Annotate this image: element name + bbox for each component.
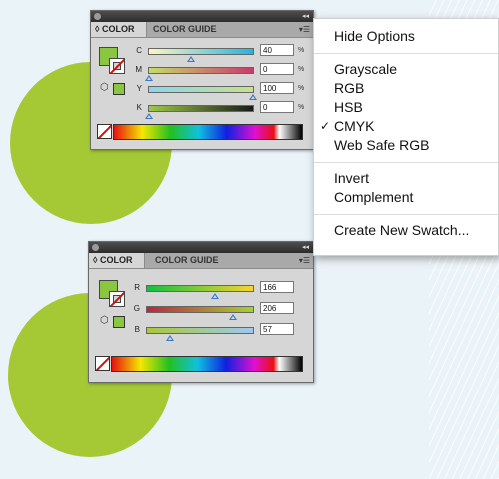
value-field-r[interactable]: 166 bbox=[260, 281, 294, 293]
slider-thumb-c[interactable] bbox=[187, 56, 195, 62]
menu-item-hsb[interactable]: HSB bbox=[334, 98, 363, 116]
none-swatch[interactable] bbox=[97, 124, 112, 139]
tab-color-guide[interactable]: COLOR GUIDE bbox=[153, 22, 217, 37]
menu-item-hide-options[interactable]: Hide Options bbox=[334, 27, 415, 45]
channel-label-c: C bbox=[136, 46, 142, 55]
slider-thumb-y[interactable] bbox=[249, 94, 257, 100]
value-field-y[interactable]: 100 bbox=[260, 82, 294, 94]
percent-k: % bbox=[298, 104, 305, 111]
web-safe-swatch[interactable] bbox=[113, 316, 125, 328]
percent-y: % bbox=[298, 85, 305, 92]
menu-item-grayscale[interactable]: Grayscale bbox=[334, 60, 397, 78]
menu-item-create-new-swatch[interactable]: Create New Swatch... bbox=[334, 221, 469, 239]
percent-m: % bbox=[298, 66, 305, 73]
panel-tabs: ◊ COLOR COLOR GUIDE ▾☰ bbox=[89, 253, 313, 269]
channel-label-g: G bbox=[133, 304, 140, 313]
stroke-swatch[interactable] bbox=[109, 291, 125, 307]
slider-thumb-r[interactable] bbox=[211, 293, 219, 299]
menu-item-complement[interactable]: Complement bbox=[334, 188, 413, 206]
channel-label-y: Y bbox=[136, 84, 142, 93]
value-field-k[interactable]: 0 bbox=[260, 101, 294, 113]
tab-color[interactable]: ◊ COLOR bbox=[91, 22, 147, 37]
menu-separator bbox=[314, 162, 498, 163]
color-panel-flyout-menu: Hide Options Grayscale RGB HSB ✓ CMYK We… bbox=[313, 18, 499, 256]
slider-track-k[interactable] bbox=[148, 105, 254, 112]
menu-separator bbox=[314, 53, 498, 54]
channel-label-b: B bbox=[134, 325, 140, 334]
color-spectrum-bar[interactable] bbox=[113, 124, 303, 140]
out-of-gamut-cube-icon[interactable]: ⬡ bbox=[100, 316, 109, 326]
slider-track-y[interactable] bbox=[148, 86, 254, 93]
menu-separator bbox=[314, 214, 498, 215]
value-field-b[interactable]: 57 bbox=[260, 323, 294, 335]
collapse-icon[interactable]: ◂◂ bbox=[302, 11, 309, 22]
slider-thumb-k[interactable] bbox=[145, 113, 153, 119]
menu-item-invert[interactable]: Invert bbox=[334, 169, 369, 187]
checkmark-icon: ✓ bbox=[320, 119, 331, 133]
out-of-gamut-cube-icon[interactable]: ⬡ bbox=[100, 83, 109, 93]
color-spectrum-bar[interactable] bbox=[111, 356, 303, 372]
channel-label-k: K bbox=[136, 103, 142, 112]
percent-c: % bbox=[298, 47, 305, 54]
value-field-g[interactable]: 206 bbox=[260, 302, 294, 314]
panel-menu-icon[interactable]: ▾☰ bbox=[299, 24, 310, 35]
stroke-swatch[interactable] bbox=[109, 58, 125, 74]
color-panel-rgb: ◂◂ ◊ COLOR COLOR GUIDE ▾☰ ⬡ R 166 G 206 … bbox=[88, 241, 314, 383]
channel-label-r: R bbox=[134, 283, 140, 292]
slider-track-m[interactable] bbox=[148, 67, 254, 74]
menu-item-web-safe-rgb[interactable]: Web Safe RGB bbox=[334, 136, 429, 154]
panel-tabs: ◊ COLOR COLOR GUIDE ▾☰ bbox=[91, 22, 313, 38]
panel-titlebar[interactable]: ◂◂ bbox=[89, 242, 313, 253]
value-field-m[interactable]: 0 bbox=[260, 63, 294, 75]
slider-track-c[interactable] bbox=[148, 48, 254, 55]
channel-label-m: M bbox=[135, 65, 142, 74]
panel-menu-icon[interactable]: ▾☰ bbox=[299, 255, 310, 266]
tab-color-guide[interactable]: COLOR GUIDE bbox=[155, 253, 219, 268]
close-icon[interactable] bbox=[94, 13, 101, 20]
tab-color[interactable]: ◊ COLOR bbox=[89, 253, 145, 268]
close-icon[interactable] bbox=[92, 244, 99, 251]
slider-thumb-g[interactable] bbox=[229, 314, 237, 320]
slider-thumb-b[interactable] bbox=[166, 335, 174, 341]
panel-titlebar[interactable]: ◂◂ bbox=[91, 11, 313, 22]
menu-item-cmyk[interactable]: CMYK bbox=[334, 117, 374, 135]
value-field-c[interactable]: 40 bbox=[260, 44, 294, 56]
collapse-icon[interactable]: ◂◂ bbox=[302, 242, 309, 253]
slider-track-g[interactable] bbox=[146, 306, 254, 313]
slider-thumb-m[interactable] bbox=[145, 75, 153, 81]
slider-track-b[interactable] bbox=[146, 327, 254, 334]
slider-track-r[interactable] bbox=[146, 285, 254, 292]
none-swatch[interactable] bbox=[95, 356, 110, 371]
color-panel-cmyk: ◂◂ ◊ COLOR COLOR GUIDE ▾☰ ⬡ C 40 % M 0 %… bbox=[90, 10, 314, 150]
web-safe-swatch[interactable] bbox=[113, 83, 125, 95]
menu-item-rgb[interactable]: RGB bbox=[334, 79, 364, 97]
